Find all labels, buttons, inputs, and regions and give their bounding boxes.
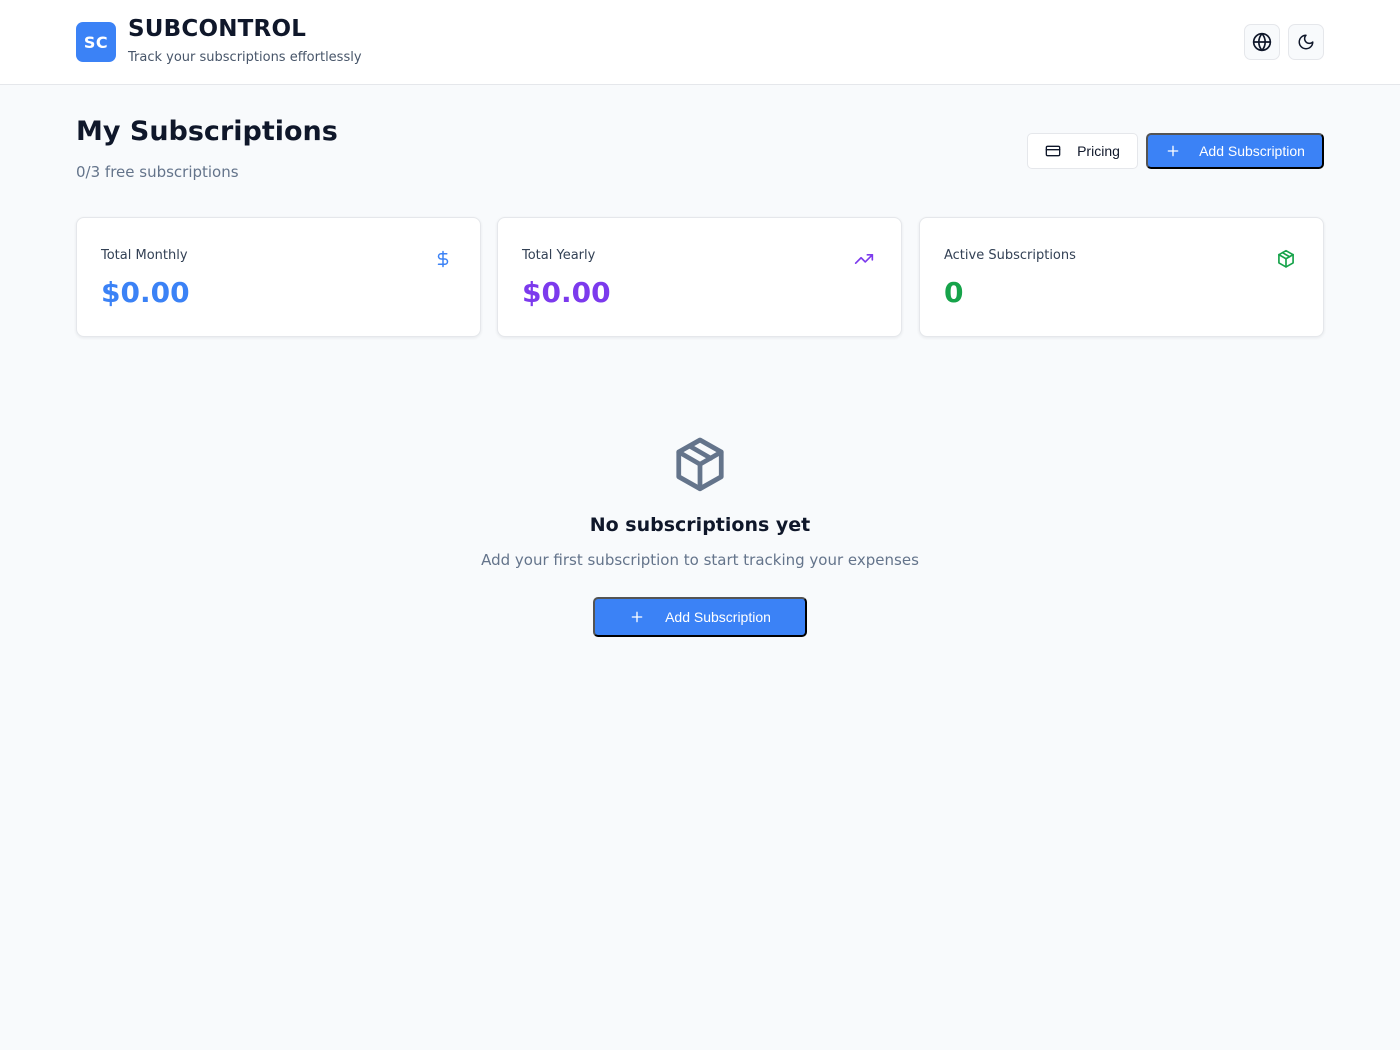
stat-card-total-yearly: Total Yearly $0.00 (497, 217, 902, 337)
credit-card-icon (1045, 145, 1061, 157)
stat-label: Total Monthly (101, 248, 188, 263)
empty-state-add-label: Add Subscription (665, 609, 771, 625)
logo-badge: SC (76, 22, 116, 62)
package-icon (670, 434, 730, 496)
app-header: SC SUBCONTROL Track your subscriptions e… (0, 0, 1400, 85)
stat-card-active-subscriptions: Active Subscriptions 0 (919, 217, 1324, 337)
theme-toggle-button[interactable] (1288, 24, 1324, 60)
globe-icon (1252, 32, 1272, 52)
plus-icon (1167, 145, 1179, 157)
stat-label: Active Subscriptions (944, 248, 1076, 263)
stat-value: $0.00 (101, 276, 190, 309)
free-plan-usage: 0/3 free subscriptions (76, 163, 239, 181)
empty-state-description: Add your first subscription to start tra… (481, 551, 919, 569)
brand-title: SUBCONTROL (128, 16, 307, 42)
dollar-icon (432, 248, 454, 270)
brand-tagline: Track your subscriptions effortlessly (128, 50, 362, 65)
stat-label: Total Yearly (522, 248, 596, 263)
language-button[interactable] (1244, 24, 1280, 60)
pricing-button-label: Pricing (1077, 143, 1120, 159)
stat-value: 0 (944, 276, 964, 309)
moon-icon (1298, 34, 1314, 50)
empty-state-title: No subscriptions yet (589, 514, 811, 536)
add-subscription-label: Add Subscription (1199, 143, 1305, 159)
package-icon (1275, 248, 1297, 270)
add-subscription-button[interactable]: Add Subscription (1146, 133, 1324, 169)
pricing-button[interactable]: Pricing (1027, 133, 1138, 169)
stat-card-total-monthly: Total Monthly $0.00 (76, 217, 481, 337)
trending-up-icon (853, 248, 875, 270)
page-title: My Subscriptions (76, 116, 338, 147)
plus-icon (631, 611, 643, 623)
empty-state-add-subscription-button[interactable]: Add Subscription (593, 597, 807, 637)
stat-value: $0.00 (522, 276, 611, 309)
